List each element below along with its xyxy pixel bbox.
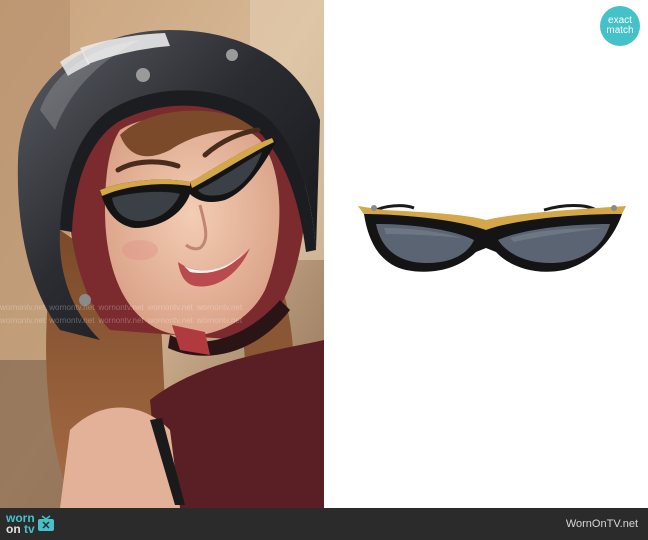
watermark-text: wornontv.net xyxy=(147,316,193,325)
tv-icon xyxy=(37,515,54,531)
watermark-text: wornontv.net xyxy=(49,303,95,312)
exact-match-badge: exact match xyxy=(600,6,640,46)
product-sunglasses xyxy=(358,204,626,272)
helmet-snap xyxy=(136,68,150,82)
site-name[interactable]: WornOnTV.net xyxy=(566,518,638,530)
page: wornontv.net wornontv.net wornontv.net w… xyxy=(0,0,648,540)
wornontv-logo[interactable]: worn on tv xyxy=(6,510,55,538)
watermark-text: wornontv.net xyxy=(0,316,46,325)
scene-photo: wornontv.net wornontv.net wornontv.net w… xyxy=(0,0,324,508)
scene-illustration xyxy=(0,0,324,508)
badge-line-2: match xyxy=(606,25,634,36)
watermark-row: wornontv.net wornontv.net wornontv.net w… xyxy=(0,303,324,312)
watermark-text: wornontv.net xyxy=(0,303,46,312)
footer-bar: worn on tv WornOnTV.net xyxy=(0,508,648,540)
watermark-row: wornontv.net wornontv.net wornontv.net w… xyxy=(0,316,324,325)
logo-on-tv: on tv xyxy=(6,522,35,536)
watermark-text: wornontv.net xyxy=(147,303,193,312)
watermark-text: wornontv.net xyxy=(98,303,144,312)
logo-tv: tv xyxy=(24,522,35,536)
product-panel: exact match xyxy=(324,0,648,508)
watermark-text: wornontv.net xyxy=(196,303,243,312)
watermark-text: wornontv.net xyxy=(196,316,243,325)
logo-on: on xyxy=(6,522,21,536)
logo-text: worn on tv xyxy=(6,512,35,536)
watermark-text: wornontv.net xyxy=(49,316,95,325)
watermark-text: wornontv.net xyxy=(98,316,144,325)
